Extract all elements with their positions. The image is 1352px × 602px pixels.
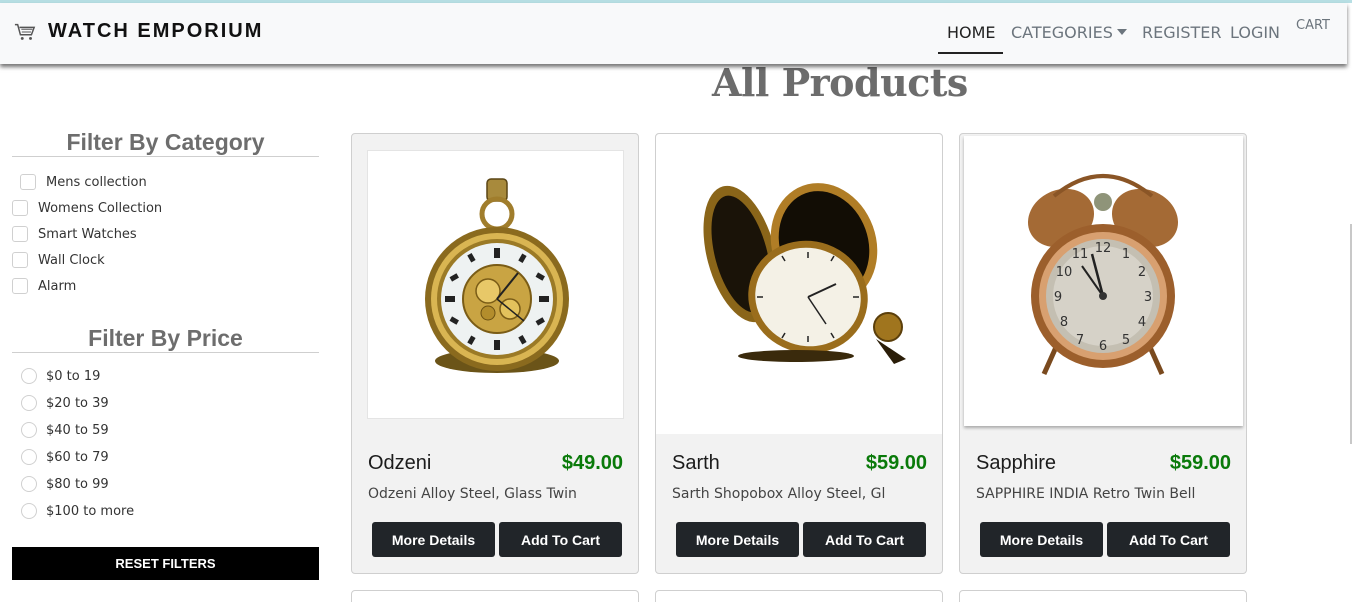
- svg-text:6: 6: [1099, 339, 1107, 354]
- svg-text:2: 2: [1138, 265, 1146, 280]
- product-image[interactable]: [367, 150, 624, 419]
- price-option-100-more[interactable]: $100 to more: [21, 503, 134, 519]
- add-to-cart-button[interactable]: Add To Cart: [1107, 522, 1230, 557]
- price-option-80-99[interactable]: $80 to 99: [21, 476, 109, 492]
- product-name: Sarth: [672, 452, 720, 474]
- category-filter-heading: Filter By Category: [66, 129, 265, 155]
- checkbox[interactable]: [12, 278, 28, 294]
- caret-down-icon: [1116, 29, 1127, 35]
- nav-home-link[interactable]: HOME: [947, 23, 996, 42]
- reset-filters-button[interactable]: RESET FILTERS: [12, 547, 319, 580]
- category-label: Smart Watches: [38, 226, 137, 242]
- category-label: Alarm: [38, 278, 77, 294]
- product-price: $59.00: [1169, 452, 1231, 474]
- nav-login-link[interactable]: LOGIN: [1230, 23, 1280, 42]
- svg-text:7: 7: [1076, 333, 1084, 348]
- open-pocket-watch-image: [703, 183, 906, 364]
- category-label: Mens collection: [46, 174, 147, 190]
- page-title: All Products: [712, 60, 968, 105]
- product-card: 12 1 2 3 4 5 6 7 8 9 10 11 Sapphire $59.…: [959, 133, 1247, 574]
- svg-text:1: 1: [1122, 247, 1130, 262]
- add-to-cart-button[interactable]: Add To Cart: [499, 522, 622, 557]
- svg-text:4: 4: [1138, 315, 1146, 330]
- svg-text:5: 5: [1122, 333, 1130, 348]
- category-label: Wall Clock: [38, 252, 105, 268]
- category-option-wall-clock[interactable]: Wall Clock: [12, 252, 105, 268]
- radio-button[interactable]: [21, 449, 37, 465]
- more-details-button[interactable]: More Details: [980, 522, 1103, 557]
- price-option-0-19[interactable]: $0 to 19: [21, 368, 100, 384]
- radio-button[interactable]: [21, 395, 37, 411]
- price-label: $20 to 39: [46, 395, 109, 411]
- radio-button[interactable]: [21, 503, 37, 519]
- checkbox[interactable]: [20, 174, 36, 190]
- product-description: Sarth Shopobox Alloy Steel, Gl: [672, 486, 886, 502]
- svg-text:10: 10: [1056, 265, 1073, 280]
- svg-text:9: 9: [1054, 290, 1062, 305]
- price-label: $100 to more: [46, 503, 135, 519]
- radio-button[interactable]: [21, 368, 37, 384]
- checkbox[interactable]: [12, 200, 28, 216]
- product-image[interactable]: 12 1 2 3 4 5 6 7 8 9 10 11: [964, 136, 1243, 426]
- price-label: $0 to 19: [46, 368, 101, 384]
- category-option-smart-watches[interactable]: Smart Watches: [12, 226, 137, 242]
- price-label: $80 to 99: [46, 476, 109, 492]
- product-card-partial: [655, 590, 943, 602]
- svg-text:3: 3: [1144, 290, 1152, 305]
- divider: [12, 352, 319, 353]
- alarm-clock-image: 12 1 2 3 4 5 6 7 8 9 10 11: [1027, 174, 1179, 376]
- price-option-40-59[interactable]: $40 to 59: [21, 422, 109, 438]
- product-price: $49.00: [561, 452, 623, 474]
- category-option-womens[interactable]: Womens Collection: [12, 200, 162, 216]
- svg-text:8: 8: [1060, 315, 1068, 330]
- product-description: SAPPHIRE INDIA Retro Twin Bell: [976, 486, 1196, 502]
- add-to-cart-button[interactable]: Add To Cart: [803, 522, 926, 557]
- price-label: $40 to 59: [46, 422, 109, 438]
- product-price: $59.00: [865, 452, 927, 474]
- category-option-alarm[interactable]: Alarm: [12, 278, 76, 294]
- product-card-partial: [959, 590, 1247, 602]
- product-card: Odzeni $49.00 Odzeni Alloy Steel, Glass …: [351, 133, 639, 574]
- radio-button[interactable]: [21, 422, 37, 438]
- divider: [12, 156, 319, 157]
- product-card: Sarth $59.00 Sarth Shopobox Alloy Steel,…: [655, 133, 943, 574]
- checkbox[interactable]: [12, 226, 28, 242]
- category-label: Womens Collection: [38, 200, 163, 216]
- price-option-20-39[interactable]: $20 to 39: [21, 395, 109, 411]
- product-name: Odzeni: [368, 452, 432, 474]
- price-filter-heading: Filter By Price: [88, 325, 243, 351]
- price-label: $60 to 79: [46, 449, 109, 465]
- nav-cart-link[interactable]: CART: [1296, 18, 1330, 33]
- checkbox[interactable]: [12, 252, 28, 268]
- more-details-button[interactable]: More Details: [372, 522, 495, 557]
- nav-categories-dropdown[interactable]: CATEGORIES: [1011, 23, 1127, 42]
- product-name: Sapphire: [976, 452, 1057, 474]
- category-option-mens[interactable]: Mens collection: [20, 174, 147, 190]
- nav-register-link[interactable]: REGISTER: [1142, 23, 1222, 42]
- scrollbar[interactable]: [1347, 64, 1352, 602]
- price-option-60-79[interactable]: $60 to 79: [21, 449, 109, 465]
- product-image[interactable]: [656, 134, 942, 434]
- more-details-button[interactable]: More Details: [676, 522, 799, 557]
- product-description: Odzeni Alloy Steel, Glass Twin: [368, 486, 577, 502]
- pocket-watch-image: [425, 178, 569, 373]
- active-tab-indicator: [938, 52, 1003, 54]
- radio-button[interactable]: [21, 476, 37, 492]
- svg-text:12: 12: [1095, 241, 1112, 256]
- nav-categories-label: CATEGORIES: [1011, 23, 1113, 42]
- svg-text:11: 11: [1072, 247, 1089, 262]
- product-card-partial: [351, 590, 639, 602]
